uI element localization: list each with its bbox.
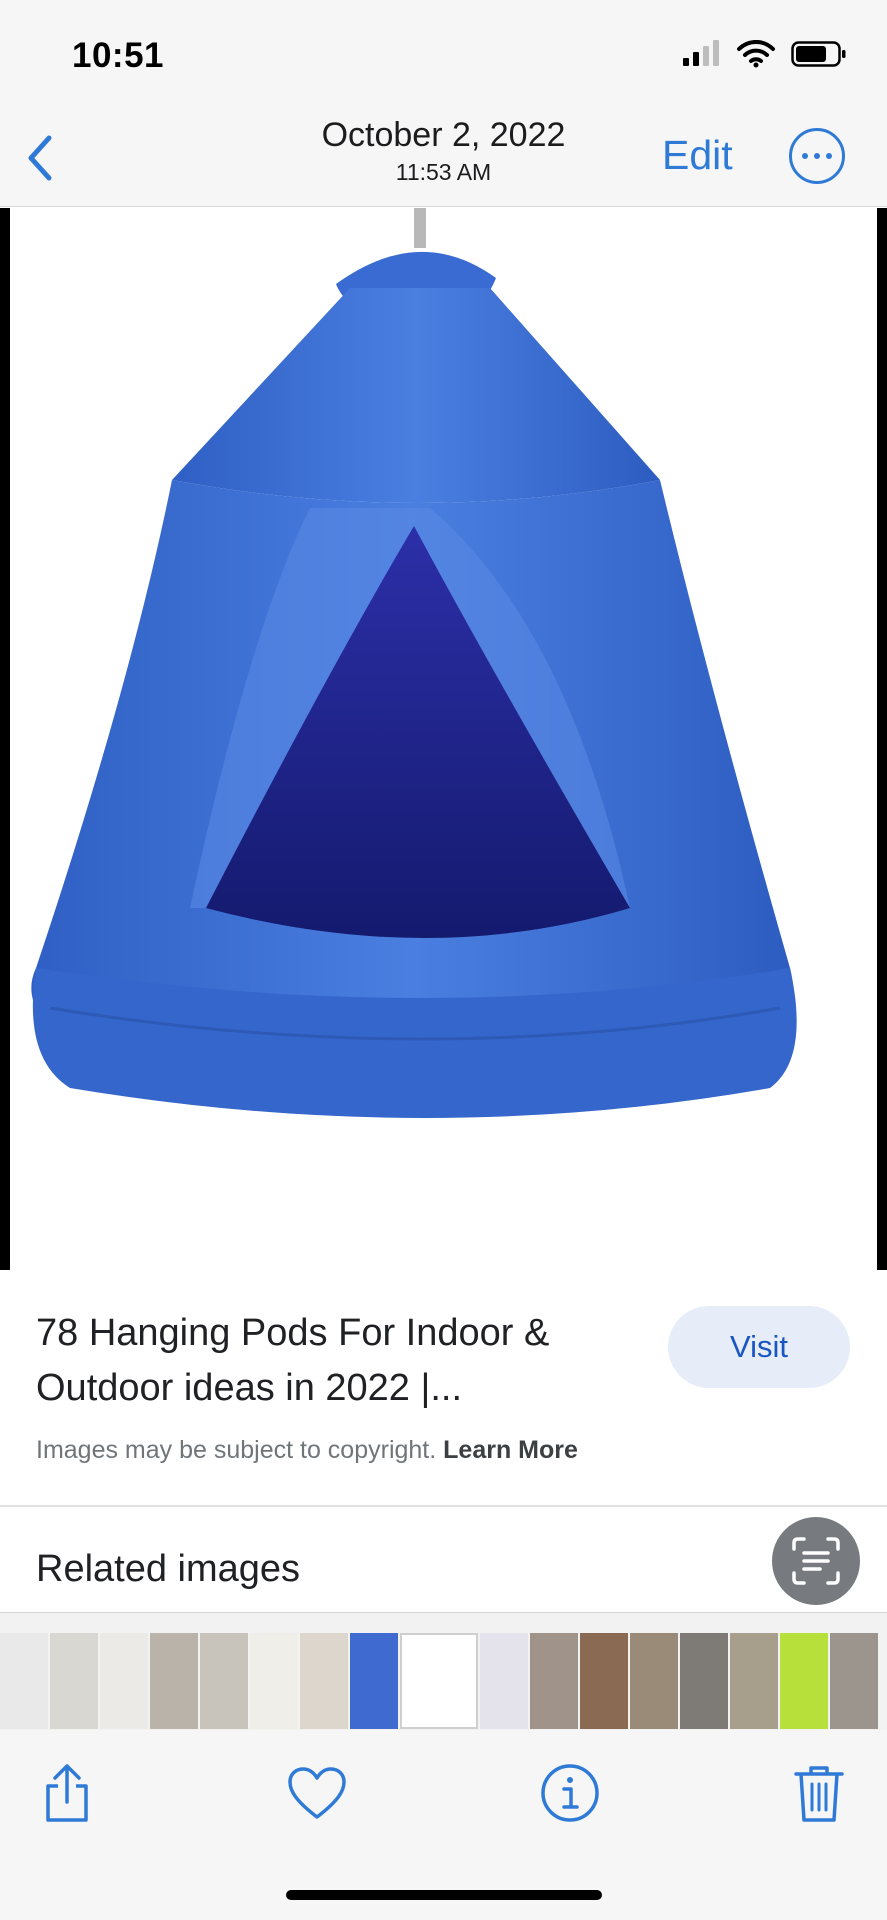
copyright-text: Images may be subject to copyright. (36, 1436, 437, 1464)
more-icon-dot (826, 153, 832, 159)
edit-button[interactable]: Edit (662, 132, 733, 179)
status-icons (681, 40, 847, 68)
share-button[interactable] (32, 1758, 102, 1828)
battery-icon (791, 41, 846, 67)
related-images-heading: Related images (36, 1548, 301, 1590)
photo-filmstrip[interactable] (0, 1612, 887, 1730)
filmstrip-thumb[interactable] (150, 1633, 198, 1729)
heart-icon (288, 1767, 346, 1819)
filmstrip-thumb[interactable] (200, 1633, 248, 1729)
lens-button[interactable] (772, 1517, 860, 1605)
wifi-icon (737, 40, 775, 68)
filmstrip-thumb-selected[interactable] (400, 1633, 478, 1729)
nav-bar: October 2, 2022 11:53 AM Edit (0, 110, 887, 207)
filmstrip-thumb[interactable] (680, 1633, 728, 1729)
filmstrip-thumb[interactable] (480, 1633, 528, 1729)
copyright-notice: Images may be subject to copyright. Lear… (36, 1436, 578, 1465)
filmstrip-thumb[interactable] (580, 1633, 628, 1729)
info-icon (541, 1764, 599, 1822)
filmstrip-thumb[interactable] (0, 1633, 48, 1729)
filmstrip-thumb[interactable] (780, 1633, 828, 1729)
filmstrip-thumb[interactable] (530, 1633, 578, 1729)
more-icon-dot (814, 153, 820, 159)
photo-date: October 2, 2022 (321, 116, 566, 154)
delete-button[interactable] (784, 1758, 854, 1828)
photo-viewer[interactable] (0, 208, 887, 1270)
filmstrip-thumbs (0, 1633, 878, 1729)
share-icon (46, 1764, 88, 1822)
more-icon-dot (802, 153, 808, 159)
filmstrip-thumb[interactable] (50, 1633, 98, 1729)
status-bar: 10:51 (0, 0, 887, 110)
filmstrip-thumb[interactable] (250, 1633, 298, 1729)
favorite-button[interactable] (282, 1758, 352, 1828)
text-scan-icon (792, 1537, 840, 1585)
photo-image (10, 208, 877, 1270)
info-button[interactable] (535, 1758, 605, 1828)
result-title[interactable]: 78 Hanging Pods For Indoor & Outdoor ide… (36, 1306, 616, 1416)
trash-icon (794, 1766, 844, 1822)
nav-title: October 2, 2022 11:53 AM (0, 116, 887, 186)
more-options-button[interactable] (789, 128, 845, 184)
filmstrip-thumb[interactable] (830, 1633, 878, 1729)
filmstrip-thumb[interactable] (300, 1633, 348, 1729)
filmstrip-thumb[interactable] (730, 1633, 778, 1729)
home-indicator[interactable] (286, 1890, 602, 1900)
status-time: 10:51 (72, 36, 165, 75)
photo-time: 11:53 AM (395, 159, 492, 185)
divider (0, 1505, 887, 1507)
filmstrip-thumb[interactable] (350, 1633, 398, 1729)
filmstrip-thumb[interactable] (630, 1633, 678, 1729)
visit-button[interactable]: Visit (668, 1306, 850, 1388)
learn-more-link[interactable]: Learn More (443, 1436, 578, 1464)
hanging-pod-tent-image (31, 208, 797, 1118)
cellular-signal-icon (683, 40, 719, 66)
filmstrip-thumb[interactable] (100, 1633, 148, 1729)
